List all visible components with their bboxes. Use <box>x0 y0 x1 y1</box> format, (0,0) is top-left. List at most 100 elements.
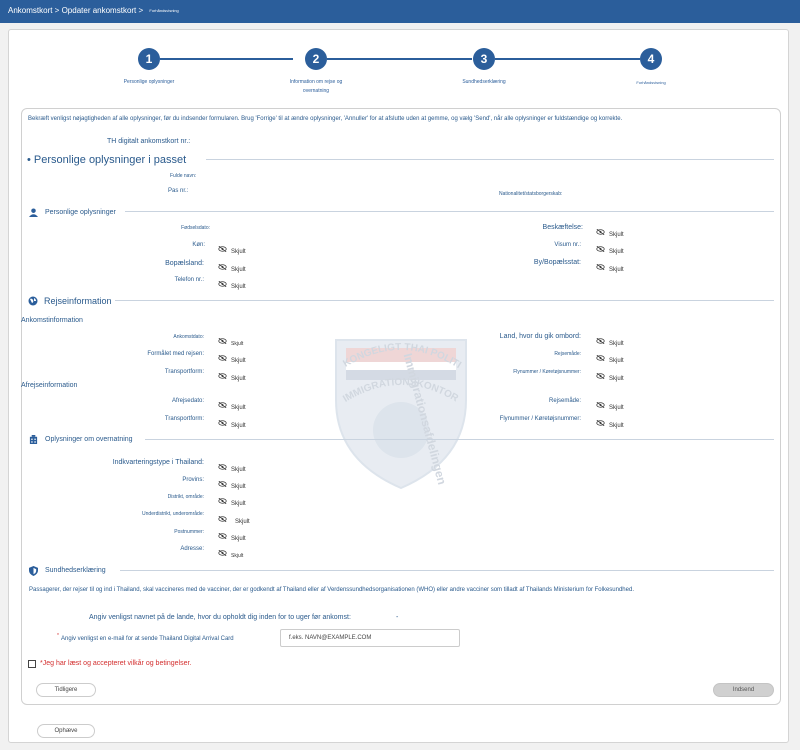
accommodation-type-value: Skjult <box>218 458 246 476</box>
step-2-circle: 2 <box>305 48 327 70</box>
departure-travel-mode-label: Rejsemåde: <box>548 398 581 404</box>
eye-slash-icon <box>218 419 227 426</box>
cancel-button[interactable]: Ophæve <box>37 724 95 738</box>
address-value: Skjult <box>218 544 243 562</box>
building-icon <box>29 435 38 444</box>
departure-transport-label: Transportform: <box>164 416 204 422</box>
arrival-card-number-label: TH digitalt ankomstkort nr.: <box>107 138 191 145</box>
postcode-value: Skjult <box>218 527 246 545</box>
previous-button[interactable]: Tidligere <box>36 683 96 697</box>
globe-icon <box>28 296 38 306</box>
health-declaration-text: Passagerer, der rejser til og ind i Thai… <box>29 587 634 593</box>
travel-purpose-label: Formålet med rejsen: <box>147 351 204 357</box>
step-3-circle: 3 <box>473 48 495 70</box>
passport-number-label: Pas nr.: <box>168 188 189 194</box>
occupation-label: Beskæftelse: <box>542 224 583 231</box>
step-3-label: Sundhedserklæring <box>462 79 506 85</box>
step-2-label: Information om rejse og overnatning <box>289 79 343 94</box>
address-label: Adresse: <box>180 546 204 552</box>
eye-slash-icon <box>596 245 605 252</box>
eye-slash-icon <box>596 337 605 344</box>
arrival-transport-label: Transportform: <box>164 369 204 375</box>
eye-slash-icon <box>596 228 605 235</box>
eye-slash-icon <box>218 480 227 487</box>
visited-countries-label: Angiv venligst navnet på de lande, hvor … <box>89 614 351 621</box>
birth-date-label: Fødselsdato: <box>181 225 210 231</box>
travel-purpose-value: Skjult <box>218 349 246 367</box>
nationality-label: Nationalitet/statsborgerskab: <box>499 191 563 197</box>
arrival-date-value: Skjult <box>218 332 243 350</box>
section-title-travel: Rejseinformation <box>44 296 112 306</box>
arrival-flight-number-value: Skjult <box>596 367 624 385</box>
departure-date-label: Afrejsedato: <box>171 398 204 404</box>
section-title-health: Sundhedserklæring <box>45 567 106 574</box>
gender-label: Køn: <box>192 242 205 248</box>
phone-label: Telefon nr.: <box>174 277 204 283</box>
residence-city-value: Skjult <box>596 258 624 276</box>
breadcrumb-main[interactable]: Ankomstkort > Opdater ankomstkort > <box>8 6 143 15</box>
postcode-label: Postnummer: <box>174 529 204 535</box>
boarding-country-label: Land, hvor du gik ombord: <box>499 333 581 340</box>
arrival-date-label: Ankomstdato: <box>173 334 204 340</box>
province-value: Skjult <box>218 475 246 493</box>
section-divider <box>115 300 774 301</box>
eye-slash-icon <box>218 337 227 344</box>
email-label: Angiv venligst en e-mail for at sende Th… <box>61 636 234 642</box>
top-breadcrumb-bar: Ankomstkort > Opdater ankomstkort > Forh… <box>0 0 800 23</box>
section-divider <box>145 439 774 440</box>
breadcrumb-current: Forhåndsvisning <box>149 8 179 14</box>
eye-slash-icon <box>218 549 227 556</box>
visa-number-label: Visum nr.: <box>554 242 581 248</box>
stepper-connector <box>495 58 640 60</box>
eye-slash-icon <box>218 532 227 539</box>
eye-slash-icon <box>596 372 605 379</box>
eye-slash-icon <box>218 463 227 470</box>
stepper-connector <box>327 58 472 60</box>
eye-slash-icon <box>218 515 227 522</box>
section-divider <box>120 570 774 571</box>
arrival-info-heading: Ankomstinformation <box>21 317 83 324</box>
full-name-label: Fulde navn: <box>170 173 197 179</box>
terms-checkbox[interactable] <box>28 660 36 668</box>
intro-text: Bekræft venligst nøjagtigheden af alle o… <box>28 116 623 122</box>
phone-value: Skjult <box>218 275 246 293</box>
departure-info-heading: Afrejseinformation <box>21 382 78 389</box>
arrival-travel-mode-value: Skjult <box>596 349 624 367</box>
departure-transport-value: Skjult <box>218 414 246 432</box>
section-title-personal: Personlige oplysninger <box>45 209 116 216</box>
terms-label[interactable]: *Jeg har læst og accepteret vilkår og be… <box>40 660 191 667</box>
eye-slash-icon <box>218 401 227 408</box>
province-label: Provins: <box>182 477 204 483</box>
departure-flight-number-value: Skjult <box>596 414 624 432</box>
eye-slash-icon <box>218 354 227 361</box>
eye-slash-icon <box>596 401 605 408</box>
eye-slash-icon <box>218 372 227 379</box>
eye-slash-icon <box>596 263 605 270</box>
subdistrict-label: Underdistrikt, underområde: <box>142 511 204 517</box>
residence-country-value: Skjult <box>218 258 246 276</box>
boarding-country-value: Skjult <box>596 332 624 350</box>
subdistrict-value: Skjult <box>218 510 250 528</box>
arrival-travel-mode-label: Rejsemåde: <box>554 351 581 357</box>
step-4-circle: 4 <box>640 48 662 70</box>
step-4-label: Forhåndsvisning <box>636 80 666 85</box>
gender-value: Skjult <box>218 240 246 258</box>
shield-icon <box>29 566 38 576</box>
district-value: Skjult <box>218 492 246 510</box>
accommodation-type-label: Indkvarteringstype i Thailand: <box>112 459 204 466</box>
stepper-connector <box>160 58 293 60</box>
eye-slash-icon <box>218 280 227 287</box>
eye-slash-icon <box>596 419 605 426</box>
departure-flight-number-label: Flynummer / Køretøjsnummer: <box>499 416 581 422</box>
immigration-seal-watermark: KONGELIGT THAI POLITI IMMIGRATIONSKONTOR… <box>335 339 467 490</box>
person-icon <box>29 208 38 217</box>
step-1-circle: 1 <box>138 48 160 70</box>
district-label: Distrikt, område: <box>167 494 204 500</box>
visa-number-value: Skjult <box>596 240 624 258</box>
eye-slash-icon <box>218 245 227 252</box>
residence-country-label: Bopælsland: <box>165 260 204 267</box>
arrival-transport-value: Skjult <box>218 367 246 385</box>
section-title-passport: • Personlige oplysninger i passet <box>27 154 187 166</box>
email-input[interactable]: f.eks. NAVN@EXAMPLE.COM <box>280 629 460 647</box>
submit-button[interactable]: Indsend <box>713 683 774 697</box>
